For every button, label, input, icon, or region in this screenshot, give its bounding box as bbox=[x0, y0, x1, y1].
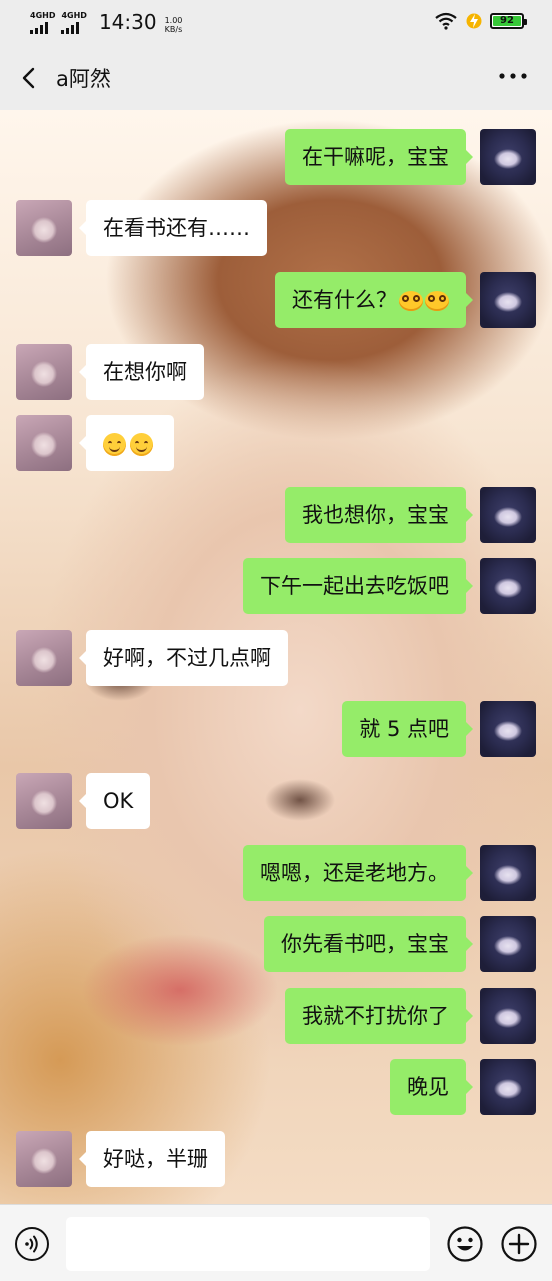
avatar[interactable] bbox=[480, 272, 536, 328]
input-bar bbox=[0, 1204, 552, 1281]
message-bubble[interactable]: 我也想你，宝宝 bbox=[285, 487, 473, 543]
message-bubble[interactable]: 你先看书吧，宝宝 bbox=[264, 916, 473, 972]
smile-emoji-icon bbox=[103, 432, 126, 456]
more-dots-icon[interactable] bbox=[496, 66, 530, 86]
avatar[interactable] bbox=[480, 845, 536, 901]
chat-area[interactable]: 在干嘛呢，宝宝 在看书还有…… 还有什么？ 在想你啊 我也想你，宝宝 下午一起出… bbox=[0, 110, 552, 1204]
avatar[interactable] bbox=[480, 487, 536, 543]
avatar[interactable] bbox=[16, 630, 72, 686]
message-bubble[interactable]: 在看书还有…… bbox=[79, 200, 267, 256]
clock: 14:30 bbox=[98, 10, 157, 34]
voice-icon[interactable] bbox=[14, 1226, 50, 1262]
message-bubble[interactable]: 还有什么？ bbox=[275, 272, 473, 328]
message-bubble[interactable]: 嗯嗯，还是老地方。 bbox=[243, 845, 473, 901]
avatar[interactable] bbox=[480, 129, 536, 185]
speed-value: 1.00 bbox=[164, 16, 183, 25]
message-bubble[interactable]: 我就不打扰你了 bbox=[285, 988, 473, 1044]
avatar[interactable] bbox=[480, 701, 536, 757]
network-speed: 1.00 KB/s bbox=[165, 16, 183, 34]
speed-unit: KB/s bbox=[164, 25, 183, 34]
avatar[interactable] bbox=[16, 773, 72, 829]
avatar[interactable] bbox=[480, 558, 536, 614]
signal-bars-icon bbox=[61, 22, 80, 34]
smile-emoji-icon bbox=[130, 432, 153, 456]
message-bubble[interactable]: 下午一起出去吃饭吧 bbox=[243, 558, 473, 614]
wifi-icon bbox=[435, 12, 457, 30]
avatar[interactable] bbox=[16, 200, 72, 256]
message-bubble[interactable]: OK bbox=[78, 773, 151, 829]
message-bubble[interactable]: 好啊，不过几点啊 bbox=[79, 630, 288, 686]
network-type-label: 4GHD bbox=[61, 11, 87, 20]
dizzy-emoji-icon bbox=[399, 291, 423, 311]
network-type-label: 4GHD bbox=[30, 11, 56, 20]
message-bubble[interactable]: 在想你啊 bbox=[79, 344, 204, 400]
message-input[interactable] bbox=[66, 1217, 430, 1271]
emoji-smile-icon[interactable] bbox=[446, 1225, 484, 1263]
avatar[interactable] bbox=[480, 988, 536, 1044]
message-bubble[interactable]: 在干嘛呢，宝宝 bbox=[285, 129, 473, 185]
signal-1: 4GHD bbox=[30, 12, 55, 34]
avatar[interactable] bbox=[480, 1059, 536, 1115]
page-title: a阿然 bbox=[56, 67, 111, 91]
message-bubble[interactable] bbox=[79, 415, 174, 471]
status-bar: 4GHD 4GHD 14:30 1.00 KB/s 92 bbox=[0, 0, 552, 44]
avatar[interactable] bbox=[16, 415, 72, 471]
message-bubble[interactable]: 好哒，半珊 bbox=[79, 1131, 225, 1187]
signal-2: 4GHD bbox=[61, 11, 87, 34]
chevron-left-icon[interactable] bbox=[16, 64, 44, 92]
message-bubble[interactable]: 就 5 点吧 bbox=[342, 701, 473, 757]
avatar[interactable] bbox=[16, 1131, 72, 1187]
plus-icon[interactable] bbox=[500, 1225, 538, 1263]
battery-icon: 92 bbox=[490, 13, 527, 29]
avatar[interactable] bbox=[16, 344, 72, 400]
avatar[interactable] bbox=[480, 916, 536, 972]
signal-bars-icon bbox=[30, 22, 48, 34]
message-bubble[interactable]: 晚见 bbox=[390, 1059, 473, 1115]
battery-level: 92 bbox=[500, 15, 514, 26]
chat-header: a阿然 bbox=[0, 44, 552, 110]
dizzy-emoji-icon bbox=[425, 291, 449, 311]
charging-icon bbox=[466, 13, 482, 29]
message-text: 还有什么？ bbox=[292, 288, 397, 312]
